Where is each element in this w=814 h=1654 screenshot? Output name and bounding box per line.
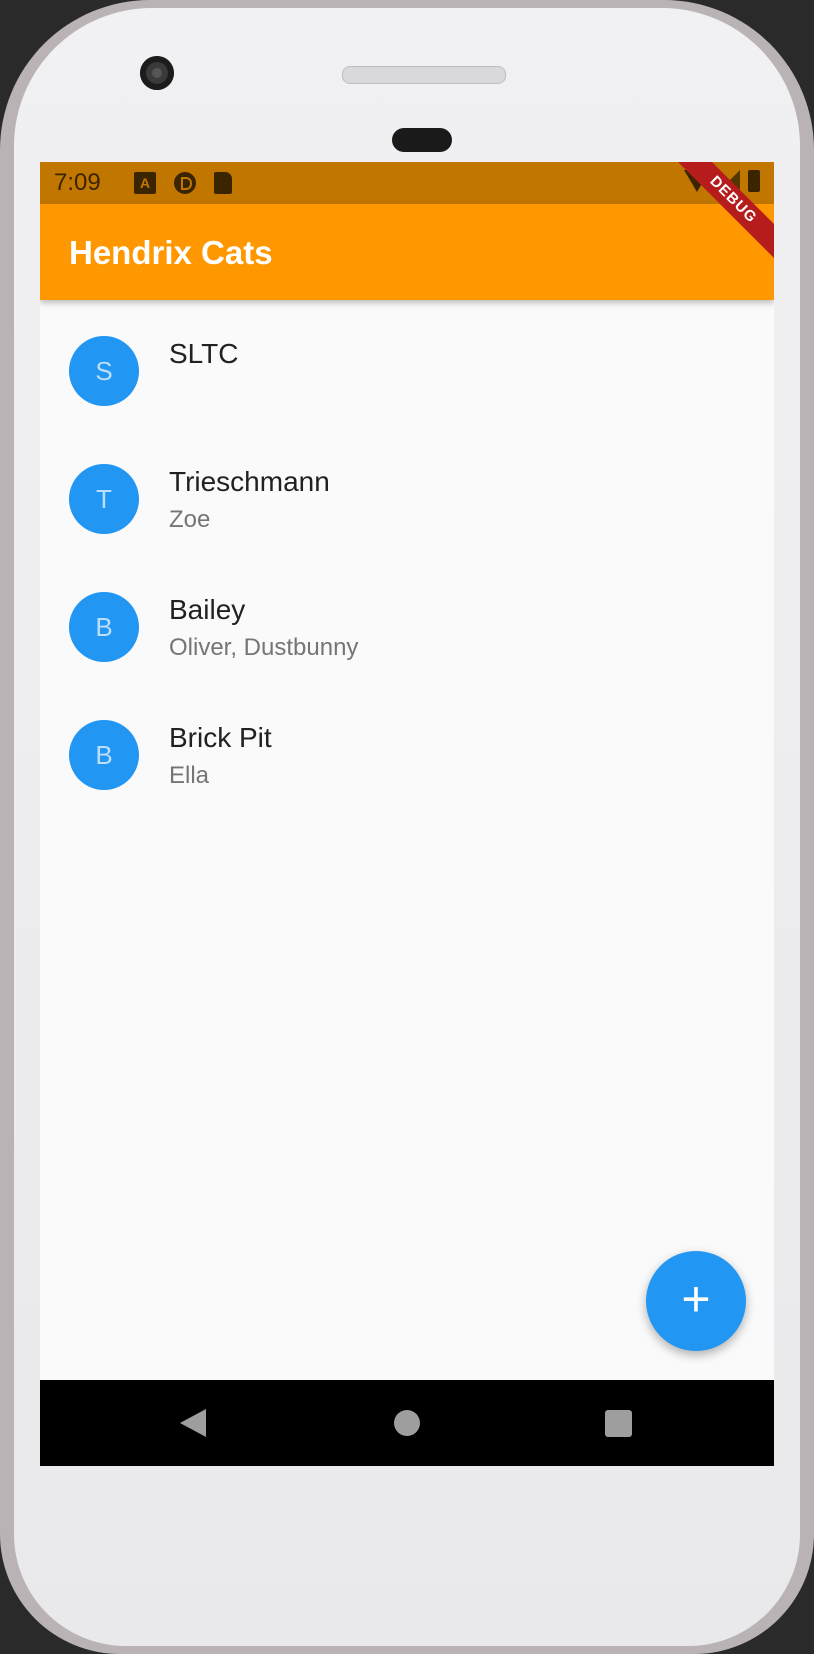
front-camera	[140, 56, 174, 90]
navigation-bar	[40, 1380, 774, 1466]
avatar: B	[69, 592, 139, 662]
sd-card-icon	[214, 172, 232, 194]
avatar: T	[69, 464, 139, 534]
a-icon: A	[134, 172, 156, 194]
status-time: 7:09	[54, 169, 101, 196]
list-item-title: Bailey	[169, 594, 246, 625]
list-item[interactable]: B Bailey Oliver, Dustbunny	[40, 556, 774, 684]
list-item[interactable]: S SLTC	[40, 300, 774, 428]
app-screen: 7:09 A DEBUG Hendrix Cats S SLTC T Tries…	[40, 162, 774, 1466]
list-item-subtitle: Oliver, Dustbunny	[169, 634, 359, 661]
battery-icon	[748, 170, 760, 192]
avatar: B	[69, 720, 139, 790]
list-item-title: Brick Pit	[169, 722, 272, 753]
p-icon	[174, 172, 196, 194]
recents-icon[interactable]	[605, 1410, 632, 1437]
phone-frame: 7:09 A DEBUG Hendrix Cats S SLTC T Tries…	[0, 0, 814, 1654]
add-icon: +	[681, 1271, 711, 1327]
page-title: Hendrix Cats	[69, 234, 273, 271]
list-item-title: SLTC	[169, 338, 239, 369]
household-list: S SLTC T Trieschmann Zoe B Bailey Oliver…	[40, 300, 774, 812]
earpiece-speaker	[342, 66, 506, 84]
app-bar: Hendrix Cats	[40, 204, 774, 300]
add-button[interactable]: +	[646, 1251, 746, 1351]
list-item-subtitle: Zoe	[169, 506, 211, 533]
list-item-subtitle: Ella	[169, 762, 210, 789]
proximity-sensor	[392, 128, 452, 152]
back-icon[interactable]	[180, 1409, 206, 1437]
list-item[interactable]: B Brick Pit Ella	[40, 684, 774, 812]
list-item[interactable]: T Trieschmann Zoe	[40, 428, 774, 556]
home-icon[interactable]	[394, 1410, 420, 1436]
status-bar: 7:09 A	[40, 162, 774, 204]
list-item-title: Trieschmann	[169, 466, 330, 497]
avatar: S	[69, 336, 139, 406]
